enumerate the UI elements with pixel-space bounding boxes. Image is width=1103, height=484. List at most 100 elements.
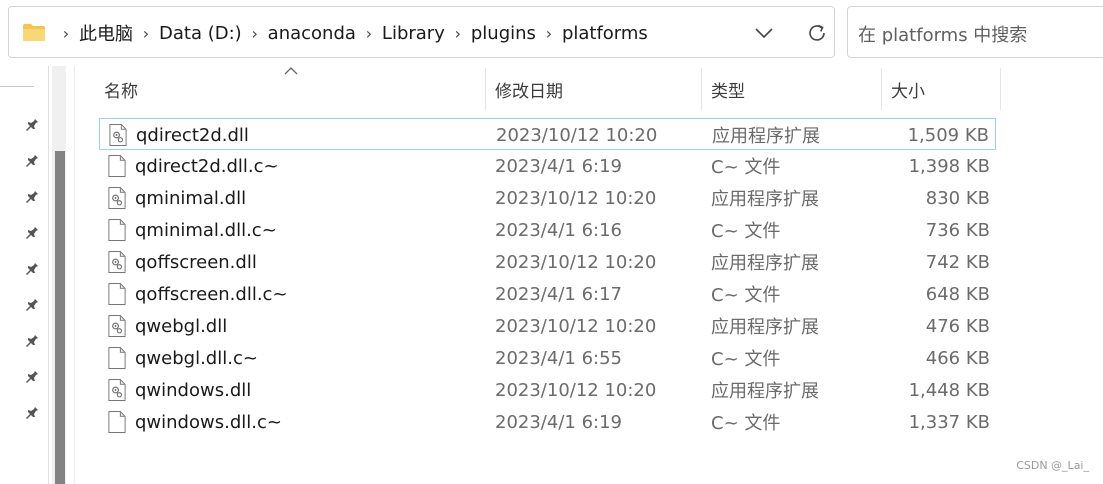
chevron-right-icon[interactable]: › [536,24,562,43]
pin-icon[interactable] [24,367,42,385]
generic-file-icon [108,411,126,433]
pin-icon[interactable] [24,223,42,241]
file-row[interactable]: qminimal.dll 2023/10/12 10:20 应用程序扩展 830 KB [99,182,996,214]
file-size: 736 KB [925,219,990,241]
chevron-right-icon[interactable]: › [356,24,382,43]
pin-icon[interactable] [24,295,42,313]
chevron-right-icon[interactable]: › [242,24,268,43]
file-row[interactable]: qoffscreen.dll.c~ 2023/4/1 6:17 C~ 文件 648 K… [99,278,996,310]
pin-icon[interactable] [24,331,42,349]
file-size: 648 KB [925,283,990,305]
pin-icon[interactable] [24,187,42,205]
pane-divider[interactable] [74,66,75,484]
file-modified-date: 2023/10/12 10:20 [495,187,657,209]
address-history-button[interactable] [749,21,779,45]
file-row[interactable]: qminimal.dll.c~ 2023/4/1 6:16 C~ 文件 736 KB [99,214,996,246]
breadcrumb-anaconda[interactable]: anaconda [268,23,356,44]
file-size: 1,337 KB [908,411,990,433]
file-modified-date: 2023/10/12 10:20 [495,379,657,401]
dll-icon [108,187,126,209]
file-name: qwindows.dll.c~ [135,411,282,433]
file-size: 1,398 KB [908,155,990,177]
chevron-right-icon[interactable]: › [445,24,471,43]
search-placeholder: 在 platforms 中搜索 [858,25,1028,46]
breadcrumb-drive-d[interactable]: Data (D:) [159,23,242,44]
file-modified-date: 2023/10/12 10:20 [495,251,657,273]
file-type: 应用程序扩展 [711,189,819,210]
pin-icon[interactable] [24,151,42,169]
file-modified-date: 2023/4/1 6:17 [495,283,622,305]
file-type: C~ 文件 [711,413,781,434]
file-size: 1,448 KB [908,379,990,401]
column-divider[interactable] [485,68,486,110]
dll-icon [108,315,126,337]
chevron-down-icon [755,28,773,38]
column-divider[interactable] [881,68,882,110]
file-size: 830 KB [925,187,990,209]
file-modified-date: 2023/4/1 6:55 [495,347,622,369]
pin-icon[interactable] [24,403,42,421]
address-bar[interactable]: › 此电脑 › Data (D:) › anaconda › Library ›… [8,6,835,58]
dll-icon [108,379,126,401]
file-type: 应用程序扩展 [712,126,820,147]
folder-icon [23,24,45,41]
column-header-name[interactable]: 名称 [104,68,138,110]
file-row[interactable]: qdirect2d.dll.c~ 2023/4/1 6:19 C~ 文件 1,398 … [99,150,996,182]
file-row[interactable]: qwindows.dll.c~ 2023/4/1 6:19 C~ 文件 1,337 K… [99,406,996,438]
column-divider[interactable] [701,68,702,110]
file-size: 476 KB [925,315,990,337]
file-size: 1,509 KB [907,124,989,146]
chevron-right-icon[interactable]: › [53,24,79,43]
file-name: qoffscreen.dll [135,251,257,273]
file-name: qminimal.dll [135,187,247,209]
column-divider[interactable] [1000,68,1001,110]
file-size: 742 KB [925,251,990,273]
file-name: qoffscreen.dll.c~ [135,283,288,305]
file-name: qwebgl.dll [135,315,228,337]
file-type: 应用程序扩展 [711,317,819,338]
file-name: qdirect2d.dll.c~ [135,155,279,177]
file-name: qwebgl.dll.c~ [135,347,258,369]
nav-divider [48,66,49,484]
file-type: C~ 文件 [711,285,781,306]
generic-file-icon [108,219,126,241]
toolbar: › 此电脑 › Data (D:) › anaconda › Library ›… [0,0,1103,66]
breadcrumb-platforms[interactable]: platforms [562,23,648,44]
sort-ascending-icon [284,67,298,75]
file-name: qwindows.dll [135,379,252,401]
file-type: 应用程序扩展 [711,381,819,402]
generic-file-icon [108,283,126,305]
column-header-modified[interactable]: 修改日期 [495,68,563,110]
column-header-type[interactable]: 类型 [711,68,745,110]
pin-icon[interactable] [24,115,42,133]
breadcrumb-this-pc[interactable]: 此电脑 [79,20,133,46]
chevron-right-icon[interactable]: › [133,24,159,43]
watermark: CSDN @_Lai_ [1016,459,1089,472]
file-name: qminimal.dll.c~ [135,219,277,241]
nav-scrollbar-thumb[interactable] [55,151,65,484]
refresh-button[interactable] [802,19,832,47]
breadcrumb-plugins[interactable]: plugins [471,23,536,44]
file-modified-date: 2023/4/1 6:16 [495,219,622,241]
file-row[interactable]: qwebgl.dll.c~ 2023/4/1 6:55 C~ 文件 466 KB [99,342,996,374]
file-modified-date: 2023/4/1 6:19 [495,155,622,177]
file-name: qdirect2d.dll [136,124,249,146]
generic-file-icon [108,347,126,369]
file-type: C~ 文件 [711,157,781,178]
file-type: C~ 文件 [711,349,781,370]
breadcrumb-library[interactable]: Library [382,23,445,44]
file-type: 应用程序扩展 [711,253,819,274]
file-row[interactable]: qwindows.dll 2023/10/12 10:20 应用程序扩展 1,448 … [99,374,996,406]
generic-file-icon [108,155,126,177]
column-header-size[interactable]: 大小 [891,68,925,110]
file-row[interactable]: qoffscreen.dll 2023/10/12 10:20 应用程序扩展 742 … [99,246,996,278]
file-modified-date: 2023/4/1 6:19 [495,411,622,433]
dll-icon [108,251,126,273]
file-row[interactable]: qdirect2d.dll 2023/10/12 10:20 应用程序扩展 1,509… [99,118,996,150]
pin-icon[interactable] [24,259,42,277]
search-input[interactable]: 在 platforms 中搜索 [847,6,1103,58]
nav-divider [0,86,34,87]
dll-icon [109,124,127,146]
file-type: C~ 文件 [711,221,781,242]
file-row[interactable]: qwebgl.dll 2023/10/12 10:20 应用程序扩展 476 KB [99,310,996,342]
